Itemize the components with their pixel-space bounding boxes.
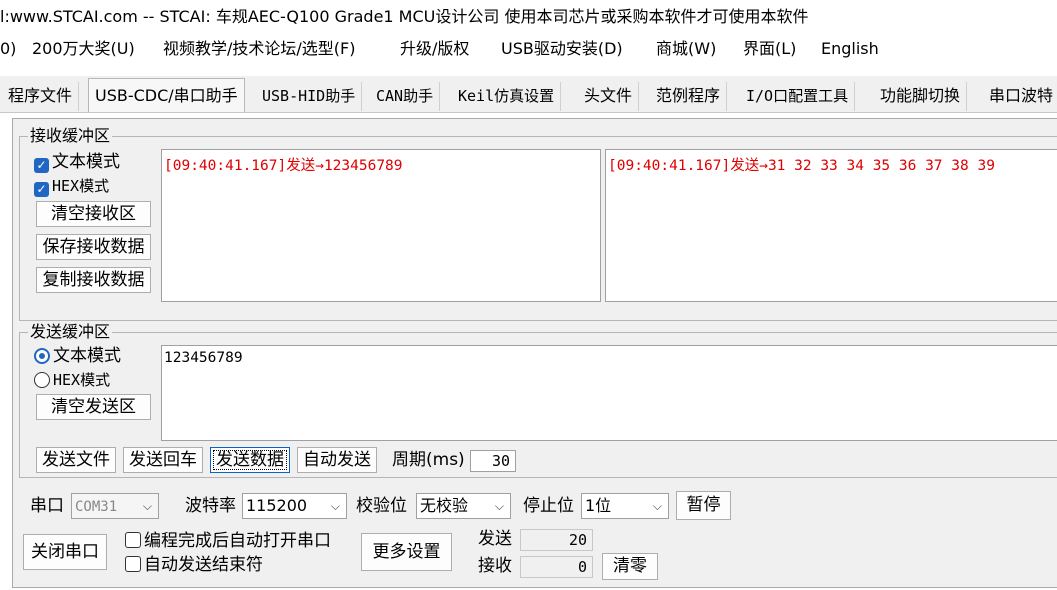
window-title: l:www.STCAI.com -- STCAI: 车规AEC-Q100 Gra…	[0, 0, 1057, 34]
send-group: 发送缓冲区 文本模式 HEX模式 清空发送区 123456789 发送文件 发送…	[19, 322, 1057, 478]
clear-send-button[interactable]: 清空发送区	[36, 394, 151, 420]
menu-item-video[interactable]: 视频教学/技术论坛/选型(F)	[163, 34, 355, 64]
menu-item-prize[interactable]: 200万大奖(U)	[32, 34, 135, 64]
tab-keil[interactable]: Keil仿真设置	[452, 82, 562, 111]
chevron-down-icon: ⌵	[494, 499, 504, 513]
receive-hex-area[interactable]: [09:40:41.167]发送→31 32 33 34 35 36 37 38…	[605, 149, 1057, 302]
tab-usb-cdc[interactable]: USB-CDC/串口助手	[88, 78, 245, 112]
sent-count-field: 20	[520, 529, 593, 551]
chevron-down-icon: ⌵	[142, 499, 152, 513]
copy-receive-button[interactable]: 复制接收数据	[36, 267, 151, 293]
checkbox-unchecked-icon	[125, 556, 141, 572]
port-select[interactable]: COM31 ⌵	[71, 493, 159, 519]
tab-program-file[interactable]: 程序文件	[2, 82, 80, 111]
receive-hex-mode-checkbox[interactable]: ✓ HEX模式	[34, 175, 109, 197]
auto-open-port-checkbox[interactable]: 编程完成后自动打开串口	[125, 530, 331, 552]
send-hex-mode-radio[interactable]: HEX模式	[34, 369, 110, 391]
checkbox-checked-icon: ✓	[34, 158, 49, 173]
save-receive-button[interactable]: 保存接收数据	[36, 234, 151, 260]
period-label: 周期(ms)	[392, 450, 465, 470]
tab-io-config[interactable]: I/O口配置工具	[740, 82, 856, 111]
pause-button[interactable]: 暂停	[676, 491, 731, 520]
checkbox-unchecked-icon	[125, 532, 141, 548]
tab-header-file[interactable]: 头文件	[578, 82, 640, 111]
port-label: 串口	[30, 496, 64, 516]
recv-count-label: 接收	[478, 556, 512, 576]
tab-baud-calc[interactable]: 串口波特	[983, 82, 1057, 111]
auto-send-button[interactable]: 自动发送	[297, 447, 377, 473]
receive-group-title: 接收缓冲区	[28, 126, 113, 146]
checkbox-checked-icon: ✓	[34, 182, 49, 197]
send-text-mode-radio[interactable]: 文本模式	[34, 345, 121, 367]
parity-label: 校验位	[356, 496, 407, 516]
menu-item-help[interactable]: 0)	[0, 34, 16, 64]
period-input[interactable]: 30	[470, 450, 516, 472]
baud-label: 波特率	[185, 496, 236, 516]
receive-text-mode-checkbox[interactable]: ✓ 文本模式	[34, 151, 120, 173]
reset-count-button[interactable]: 清零	[602, 553, 658, 580]
stopbit-select[interactable]: 1位 ⌵	[581, 493, 669, 519]
tab-bar: 程序文件 USB-CDC/串口助手 USB-HID助手 CAN助手 Keil仿真…	[0, 76, 1057, 113]
send-group-title: 发送缓冲区	[28, 322, 113, 342]
serial-assistant-panel: 接收缓冲区 ✓ 文本模式 ✓ HEX模式 清空接收区 保存接收数据 复制接收数据 […	[12, 118, 1057, 588]
more-settings-button[interactable]: 更多设置	[361, 533, 452, 571]
clear-receive-button[interactable]: 清空接收区	[36, 201, 151, 227]
close-port-button[interactable]: 关闭串口	[23, 534, 107, 570]
receive-group: 接收缓冲区 ✓ 文本模式 ✓ HEX模式 清空接收区 保存接收数据 复制接收数据 […	[19, 126, 1057, 321]
chevron-down-icon: ⌵	[330, 499, 340, 513]
tab-examples[interactable]: 范例程序	[650, 82, 728, 111]
menu-item-interface[interactable]: 界面(L)	[743, 34, 796, 64]
send-text-area[interactable]: 123456789	[161, 345, 1057, 441]
auto-send-end-checkbox[interactable]: 自动发送结束符	[125, 554, 263, 576]
tab-can[interactable]: CAN助手	[370, 82, 441, 111]
baud-select[interactable]: 115200 ⌵	[242, 493, 347, 519]
receive-text-area[interactable]: [09:40:41.167]发送→123456789	[161, 149, 601, 302]
send-enter-button[interactable]: 发送回车	[123, 447, 203, 473]
recv-count-field: 0	[520, 556, 593, 578]
tab-pin-switch[interactable]: 功能脚切换	[874, 82, 968, 111]
radio-selected-icon	[34, 348, 50, 364]
send-file-button[interactable]: 发送文件	[36, 447, 116, 473]
sent-count-label: 发送	[478, 529, 512, 549]
menu-item-usb-driver[interactable]: USB驱动安装(D)	[501, 34, 623, 64]
menu-item-english[interactable]: English	[821, 34, 879, 64]
chevron-down-icon: ⌵	[652, 499, 662, 513]
menu-bar: 0) 200万大奖(U) 视频教学/技术论坛/选型(F) 升级/版权 USB驱动…	[0, 34, 1057, 64]
radio-unselected-icon	[34, 372, 50, 388]
menu-item-store[interactable]: 商城(W)	[656, 34, 716, 64]
parity-select[interactable]: 无校验 ⌵	[416, 493, 511, 519]
send-data-button[interactable]: 发送数据	[210, 447, 290, 473]
menu-item-upgrade[interactable]: 升级/版权	[400, 34, 469, 64]
stopbit-label: 停止位	[523, 496, 574, 516]
tab-usb-hid[interactable]: USB-HID助手	[256, 82, 363, 111]
